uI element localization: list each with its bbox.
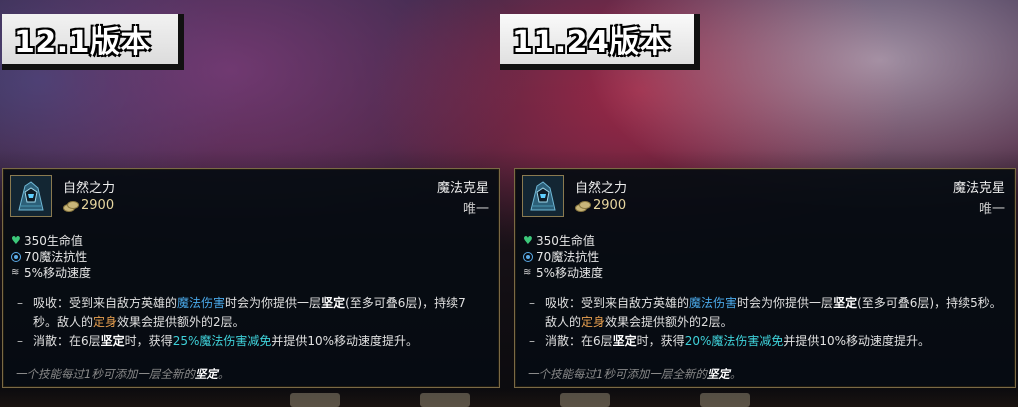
- footnote: 一个技能每过1秒可添加一层全新的坚定。: [527, 366, 741, 382]
- force-of-nature-icon: [10, 175, 52, 217]
- effect-text: 在6层: [69, 334, 101, 348]
- stat-text: 5%移动速度: [536, 266, 604, 280]
- keyword-reduction: 20%魔法伤害减免: [684, 334, 784, 348]
- effect-absorb: 吸收：受到来自敌方英雄的魔法伤害时会为你提供一层坚定(至多可叠6层)，持续5秒。…: [529, 294, 1005, 332]
- item-unique: 唯一: [978, 202, 1005, 217]
- version-text: 11.24版本: [512, 25, 671, 60]
- tooltip-header: 自然之力 2900 魔法克星 唯一: [3, 169, 499, 227]
- magic-resist-icon: [523, 252, 533, 262]
- effect-text: 在6层: [581, 334, 613, 348]
- keyword-immobilize: 定身: [581, 315, 606, 329]
- item-unique: 唯一: [462, 202, 489, 217]
- footnote: 一个技能每过1秒可添加一层全新的坚定。: [15, 366, 229, 382]
- effect-text: 并提供10%移动速度提升。: [271, 334, 419, 348]
- effects-list: 吸收：受到来自敌方英雄的魔法伤害时会为你提供一层坚定(至多可叠6层)，持续5秒。…: [529, 294, 1005, 351]
- force-of-nature-icon: [522, 175, 564, 217]
- effect-text: 受到来自敌方英雄的: [581, 296, 690, 310]
- stats-list: ♥ 350生命值 70魔法抗性 ≋ 5%移动速度: [523, 233, 603, 281]
- version-label-12-1: 12.1版本: [2, 14, 184, 70]
- cost-value: 2900: [593, 198, 627, 213]
- heart-icon: ♥: [11, 234, 21, 247]
- keyword-steadfast: 坚定: [194, 367, 218, 381]
- stat-move-speed: ≋ 5%移动速度: [11, 265, 91, 281]
- item-cost: 2900: [575, 198, 626, 213]
- item-tag: 魔法克星: [436, 181, 489, 196]
- keyword-steadfast: 坚定: [833, 296, 858, 310]
- subtitle-fragment: [420, 393, 470, 407]
- magic-resist-icon: [11, 252, 21, 262]
- keyword-steadfast: 坚定: [100, 334, 125, 348]
- stats-list: ♥ 350生命值 70魔法抗性 ≋ 5%移动速度: [11, 233, 91, 281]
- keyword-steadfast: 坚定: [612, 334, 637, 348]
- effect-absorb: 吸收：受到来自敌方英雄的魔法伤害时会为你提供一层坚定(至多可叠6层)，持续7秒。…: [17, 294, 489, 332]
- effect-text: 效果会提供额外的2层。: [605, 315, 733, 329]
- keyword-immobilize: 定身: [93, 315, 118, 329]
- version-text: 12.1版本: [14, 25, 152, 60]
- video-frame: 12.1版本 11.24版本 自然之力 2900 魔法克星 唯一 ♥ 350生命…: [0, 0, 1018, 407]
- effects-list: 吸收：受到来自敌方英雄的魔法伤害时会为你提供一层坚定(至多可叠6层)，持续7秒。…: [17, 294, 489, 351]
- item-tooltip-11-24: 自然之力 2900 魔法克星 唯一 ♥ 350生命值 70魔法抗性 ≋ 5%移动…: [514, 168, 1016, 388]
- item-name: 自然之力: [63, 181, 116, 196]
- stat-text: 70魔法抗性: [24, 250, 88, 264]
- item-cost: 2900: [63, 198, 114, 213]
- item-tag: 魔法克星: [952, 181, 1005, 196]
- keyword-steadfast: 坚定: [706, 367, 730, 381]
- gold-coin-icon: [63, 200, 79, 212]
- effect-label: 消散：: [545, 334, 582, 348]
- effect-dissipate: 消散：在6层坚定时，获得25%魔法伤害减免并提供10%移动速度提升。: [17, 332, 489, 351]
- effect-label: 消散：: [33, 334, 70, 348]
- effect-text: 时，获得: [124, 334, 173, 348]
- effect-label: 吸收：: [33, 296, 70, 310]
- item-name: 自然之力: [575, 181, 628, 196]
- stat-health: ♥ 350生命值: [11, 233, 91, 249]
- gold-coin-icon: [575, 200, 591, 212]
- effect-dissipate: 消散：在6层坚定时，获得20%魔法伤害减免并提供10%移动速度提升。: [529, 332, 1005, 351]
- item-tooltip-12-1: 自然之力 2900 魔法克星 唯一 ♥ 350生命值 70魔法抗性 ≋ 5%移动…: [2, 168, 500, 388]
- move-speed-icon: ≋: [11, 267, 20, 278]
- stat-text: 70魔法抗性: [536, 250, 600, 264]
- keyword-magic-damage: 魔法伤害: [689, 296, 738, 310]
- footnote-text: 。: [217, 367, 230, 381]
- effect-text: 时，获得: [636, 334, 685, 348]
- stat-text: 350生命值: [536, 234, 595, 248]
- subtitle-fragment: [700, 393, 750, 407]
- subtitle-fragment: [560, 393, 610, 407]
- move-speed-icon: ≋: [523, 267, 532, 278]
- stat-magic-resist: 70魔法抗性: [523, 249, 603, 265]
- effect-label: 吸收：: [545, 296, 582, 310]
- stat-magic-resist: 70魔法抗性: [11, 249, 91, 265]
- heart-icon: ♥: [523, 234, 533, 247]
- stat-text: 5%移动速度: [24, 266, 92, 280]
- effect-text: 受到来自敌方英雄的: [69, 296, 178, 310]
- footnote-text: 。: [729, 367, 742, 381]
- stat-move-speed: ≋ 5%移动速度: [523, 265, 603, 281]
- keyword-steadfast: 坚定: [321, 296, 346, 310]
- version-label-11-24: 11.24版本: [500, 14, 700, 70]
- effect-text: 时会为你提供一层: [225, 296, 322, 310]
- stat-text: 350生命值: [24, 234, 83, 248]
- keyword-reduction: 25%魔法伤害减免: [172, 334, 272, 348]
- tooltip-header: 自然之力 2900 魔法克星 唯一: [515, 169, 1015, 227]
- effect-text: 效果会提供额外的2层。: [117, 315, 245, 329]
- stat-health: ♥ 350生命值: [523, 233, 603, 249]
- cost-value: 2900: [81, 198, 115, 213]
- footnote-text: 一个技能每过1秒可添加一层全新的: [527, 367, 707, 381]
- effect-text: 并提供10%移动速度提升。: [783, 334, 931, 348]
- effect-text: 时会为你提供一层: [737, 296, 834, 310]
- footnote-text: 一个技能每过1秒可添加一层全新的: [15, 367, 195, 381]
- subtitle-fragment: [290, 393, 340, 407]
- subtitle-strip: [0, 389, 1018, 407]
- keyword-magic-damage: 魔法伤害: [177, 296, 226, 310]
